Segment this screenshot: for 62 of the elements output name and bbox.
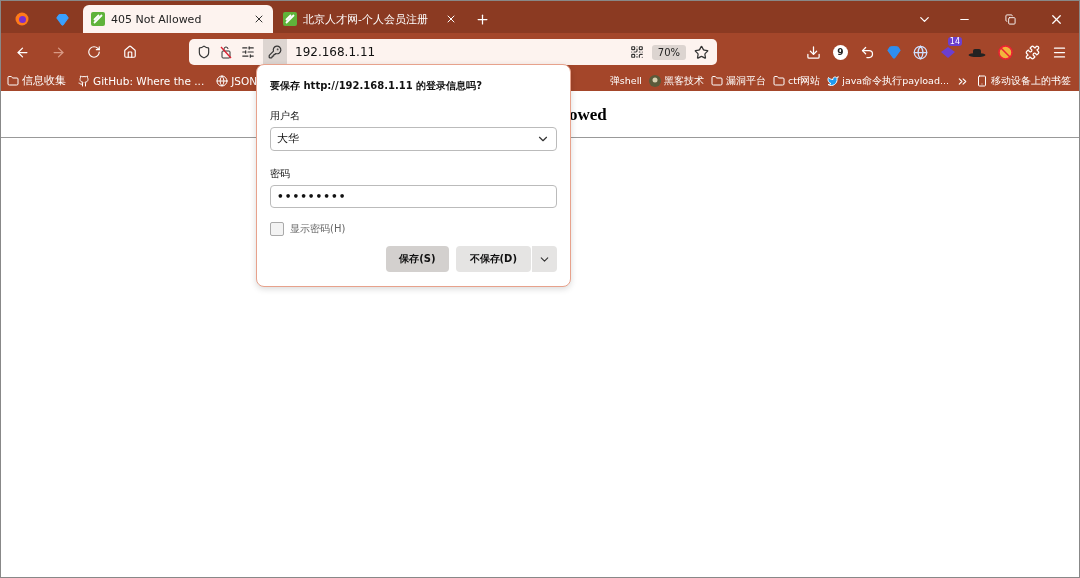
lock-slash-icon[interactable] (219, 45, 233, 59)
bookmark[interactable]: JSON (216, 75, 258, 87)
folder-icon (7, 75, 19, 87)
tab-title: 北京人才网-个人会员注册 (303, 11, 429, 27)
checkbox[interactable] (270, 222, 284, 236)
save-button[interactable]: 保存(S) (386, 246, 449, 272)
browser-tab[interactable]: 405 Not Allowed (83, 5, 273, 33)
key-icon (268, 45, 282, 59)
tab-title: 405 Not Allowed (111, 12, 203, 26)
bookmark[interactable]: 移动设备上的书签 (976, 74, 1071, 88)
bookmark[interactable]: 漏洞平台 (710, 74, 766, 88)
github-icon (78, 75, 90, 87)
bookmark[interactable]: 信息收集 (7, 74, 66, 88)
blocked-icon[interactable] (998, 44, 1013, 60)
hat-icon[interactable] (968, 47, 986, 57)
reload-icon[interactable] (87, 45, 101, 59)
password-field[interactable]: ••••••••• (270, 184, 557, 208)
folder-icon (710, 75, 723, 87)
bookmark[interactable]: GitHub: Where the ... (78, 75, 205, 87)
checkbox-label[interactable]: 显示密码(H) (290, 222, 346, 236)
permissions-icon[interactable] (241, 45, 255, 59)
page-heading: owed (569, 105, 607, 125)
field-label: 用户名 (270, 109, 301, 123)
menu-icon[interactable] (1052, 44, 1067, 60)
count-badge: 14 (947, 37, 962, 46)
field-label: 密码 (270, 166, 291, 181)
reply-icon[interactable] (860, 44, 875, 60)
browser-logo-icon (15, 12, 29, 26)
close-tab-icon[interactable] (253, 13, 265, 25)
shield-icon[interactable] (197, 45, 211, 59)
globe-icon (216, 75, 229, 87)
bookmark-star-icon[interactable] (694, 44, 709, 60)
phone-icon (976, 75, 988, 87)
back-icon[interactable] (14, 44, 30, 60)
leaf-logo-icon (91, 12, 105, 26)
gem-icon (55, 12, 69, 26)
key-button[interactable] (263, 39, 287, 65)
zoom-level[interactable]: 70% (651, 44, 686, 60)
counter-badge[interactable]: 9 (833, 44, 848, 60)
address-bar[interactable]: 192.168.1.11 70% (189, 39, 717, 65)
bookmark[interactable]: 黑客技术 (648, 74, 704, 88)
person-icon (648, 75, 661, 87)
bookmark[interactable]: java命令执行payload... (827, 74, 949, 88)
home-icon[interactable] (123, 45, 137, 59)
download-icon[interactable] (806, 44, 821, 60)
folder-icon (772, 75, 785, 87)
username-field[interactable]: 大华 (270, 127, 557, 151)
browser-tab[interactable]: 北京人才网-个人会员注册 (275, 5, 465, 33)
bookmark[interactable]: ctf网站 (772, 74, 821, 88)
url-text: 192.168.1.11 (295, 45, 377, 59)
bookmark[interactable]: 弹shell (609, 74, 642, 88)
qr-code-icon[interactable] (629, 45, 644, 59)
leaf-logo-icon (283, 12, 297, 26)
dont-save-button[interactable]: 不保存(D) (455, 246, 531, 272)
extensions-icon[interactable] (1025, 44, 1040, 60)
close-tab-icon[interactable] (445, 13, 457, 25)
forward-icon[interactable] (50, 44, 66, 60)
dialog-title: 要保存 http://192.168.1.11 的登录信息吗? (270, 79, 483, 93)
new-tab-icon[interactable] (474, 11, 490, 27)
bird-icon (827, 75, 840, 87)
globe-icon[interactable] (913, 44, 928, 60)
restore-icon[interactable] (1004, 13, 1016, 25)
